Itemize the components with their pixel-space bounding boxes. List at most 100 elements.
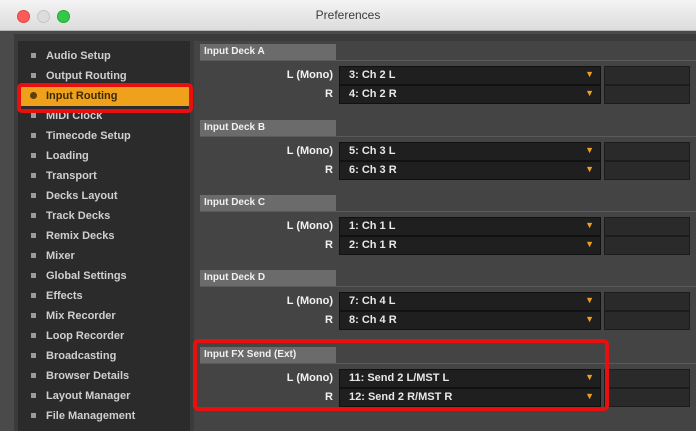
sidebar-item-label: Mix Recorder: [46, 310, 116, 322]
sidebar-item-loading[interactable]: Loading: [18, 146, 190, 166]
deck-d-left-extra-field: [604, 292, 690, 311]
chevron-down-icon: ▼: [585, 239, 594, 249]
sidebar-item-browser-details[interactable]: Browser Details: [18, 366, 190, 386]
square-bullet-icon: [31, 193, 36, 198]
section-header-input-deck-b: Input Deck B: [200, 120, 336, 136]
deck-c-left-extra-field: [604, 217, 690, 236]
sidebar-item-loop-recorder[interactable]: Loop Recorder: [18, 326, 190, 346]
section-header-input-deck-d: Input Deck D: [200, 270, 336, 286]
deck-d-left-select[interactable]: 7: Ch 4 L ▼: [339, 292, 601, 311]
channel-label-left: L (Mono): [286, 220, 333, 232]
square-bullet-icon: [31, 73, 36, 78]
sidebar-item-track-decks[interactable]: Track Decks: [18, 206, 190, 226]
sidebar-item-label: Loop Recorder: [46, 330, 125, 342]
channel-label-right: R: [325, 239, 333, 251]
sidebar-item-label: Track Decks: [46, 210, 111, 222]
sidebar-item-mix-recorder[interactable]: Mix Recorder: [18, 306, 190, 326]
square-bullet-icon: [31, 233, 36, 238]
chevron-down-icon: ▼: [585, 220, 594, 230]
fx-send-left-extra-field: [604, 369, 690, 388]
square-bullet-icon: [31, 133, 36, 138]
square-bullet-icon: [31, 293, 36, 298]
select-value: 2: Ch 1 R: [349, 239, 397, 251]
section-title: Input Deck A: [204, 46, 265, 57]
sidebar-item-label: Output Routing: [46, 70, 127, 82]
chevron-down-icon: ▼: [585, 69, 594, 79]
deck-d-right-select[interactable]: 8: Ch 4 R ▼: [339, 311, 601, 330]
section-divider: [200, 211, 696, 212]
channel-label-right: R: [325, 164, 333, 176]
chevron-down-icon: ▼: [585, 314, 594, 324]
deck-a-left-select[interactable]: 3: Ch 2 L ▼: [339, 66, 601, 85]
channel-label-left: L (Mono): [286, 145, 333, 157]
square-bullet-icon: [31, 153, 36, 158]
sidebar-item-remix-decks[interactable]: Remix Decks: [18, 226, 190, 246]
title-bar: Preferences: [0, 0, 696, 31]
square-bullet-icon: [31, 53, 36, 58]
channel-label-right: R: [325, 88, 333, 100]
chevron-down-icon: ▼: [585, 164, 594, 174]
section-title: Input Deck C: [204, 197, 266, 208]
sidebar-item-layout-manager[interactable]: Layout Manager: [18, 386, 190, 406]
channel-label-left: L (Mono): [286, 69, 333, 81]
deck-a-right-extra-field: [604, 85, 690, 104]
square-bullet-icon: [31, 213, 36, 218]
sidebar-item-label: Effects: [46, 290, 83, 302]
deck-b-left-extra-field: [604, 142, 690, 161]
deck-c-right-extra-field: [604, 236, 690, 255]
square-bullet-icon: [31, 273, 36, 278]
sidebar-item-label: File Management: [46, 410, 136, 422]
square-bullet-icon: [31, 373, 36, 378]
section-title: Input Deck D: [204, 272, 266, 283]
input-routing-highlight-outline: [17, 83, 193, 113]
sidebar-item-label: Audio Setup: [46, 50, 111, 62]
select-value: 7: Ch 4 L: [349, 295, 396, 307]
sidebar-item-file-management[interactable]: File Management: [18, 406, 190, 426]
deck-a-left-extra-field: [604, 66, 690, 85]
deck-b-right-extra-field: [604, 161, 690, 180]
square-bullet-icon: [31, 413, 36, 418]
deck-b-left-select[interactable]: 5: Ch 3 L ▼: [339, 142, 601, 161]
section-divider: [200, 286, 696, 287]
deck-c-right-select[interactable]: 2: Ch 1 R ▼: [339, 236, 601, 255]
sidebar-item-label: Transport: [46, 170, 97, 182]
deck-a-right-select[interactable]: 4: Ch 2 R ▼: [339, 85, 601, 104]
chevron-down-icon: ▼: [585, 145, 594, 155]
square-bullet-icon: [31, 253, 36, 258]
channel-label-left: L (Mono): [286, 295, 333, 307]
sidebar-item-label: Timecode Setup: [46, 130, 131, 142]
sidebar-item-decks-layout[interactable]: Decks Layout: [18, 186, 190, 206]
chevron-down-icon: ▼: [585, 295, 594, 305]
fx-send-right-extra-field: [604, 388, 690, 407]
select-value: 4: Ch 2 R: [349, 88, 397, 100]
sidebar-item-audio-setup[interactable]: Audio Setup: [18, 46, 190, 66]
square-bullet-icon: [31, 173, 36, 178]
sidebar-item-label: Browser Details: [46, 370, 130, 382]
section-divider: [200, 136, 696, 137]
sidebar-item-effects[interactable]: Effects: [18, 286, 190, 306]
sidebar-item-global-settings[interactable]: Global Settings: [18, 266, 190, 286]
deck-b-right-select[interactable]: 6: Ch 3 R ▼: [339, 161, 601, 180]
sidebar-item-transport[interactable]: Transport: [18, 166, 190, 186]
section-header-input-deck-c: Input Deck C: [200, 195, 336, 211]
section-header-input-deck-a: Input Deck A: [200, 44, 336, 60]
deck-c-left-select[interactable]: 1: Ch 1 L ▼: [339, 217, 601, 236]
window-title: Preferences: [315, 8, 381, 22]
sidebar-item-broadcasting[interactable]: Broadcasting: [18, 346, 190, 366]
section-title: Input Deck B: [204, 122, 266, 133]
deck-d-right-extra-field: [604, 311, 690, 330]
preferences-window: Preferences Audio Setup Output Routing I…: [0, 0, 696, 431]
sidebar-item-label: Remix Decks: [46, 230, 115, 242]
sidebar-item-mixer[interactable]: Mixer: [18, 246, 190, 266]
fx-send-highlight-outline: [193, 339, 609, 411]
select-value: 6: Ch 3 R: [349, 164, 397, 176]
channel-label-right: R: [325, 314, 333, 326]
chevron-down-icon: ▼: [585, 88, 594, 98]
section-divider: [200, 60, 696, 61]
sidebar-item-label: Global Settings: [46, 270, 127, 282]
select-value: 5: Ch 3 L: [349, 145, 396, 157]
square-bullet-icon: [31, 113, 36, 118]
sidebar-item-timecode-setup[interactable]: Timecode Setup: [18, 126, 190, 146]
select-value: 3: Ch 2 L: [349, 69, 396, 81]
sidebar-item-label: Mixer: [46, 250, 75, 262]
